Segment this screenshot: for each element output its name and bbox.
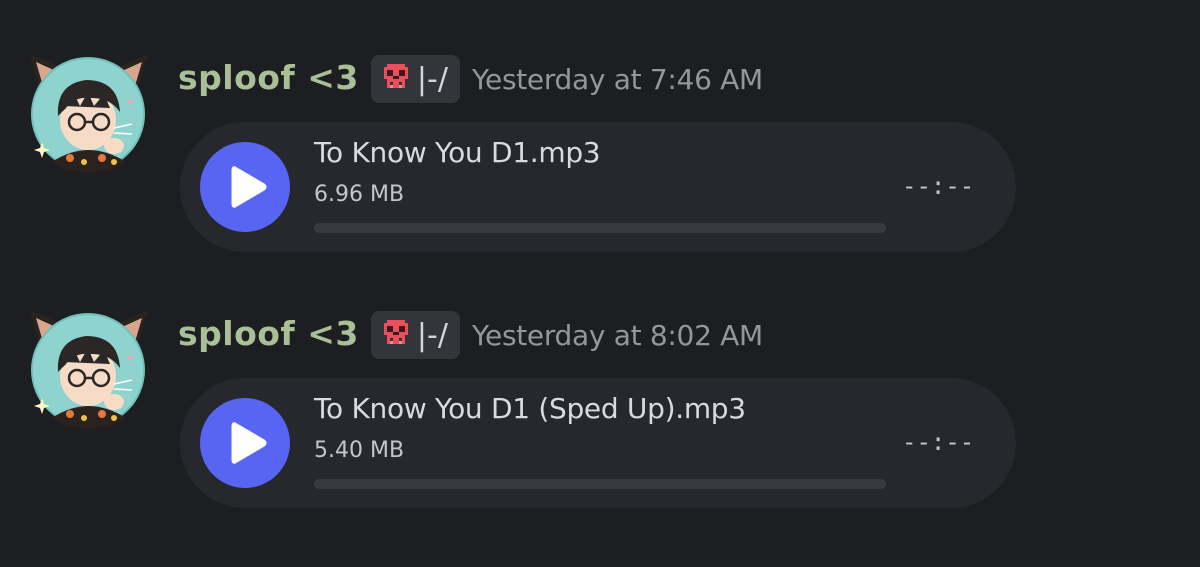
message-item: sploof <3 |-/ Yesterday at 7:46 AM To Kn…: [0, 0, 1200, 256]
file-size: 5.40 MB: [314, 438, 405, 463]
guild-tag-text: |-/: [416, 61, 448, 97]
guild-tag[interactable]: |-/: [370, 311, 460, 359]
skull-icon: [381, 320, 411, 350]
avatar[interactable]: [22, 50, 152, 174]
audio-duration: --:--: [902, 428, 975, 456]
message-header: sploof <3 |-/ Yesterday at 7:46 AM: [178, 54, 763, 104]
audio-duration: --:--: [902, 172, 975, 200]
message-header: sploof <3 |-/ Yesterday at 8:02 AM: [178, 310, 763, 360]
message-item: sploof <3 |-/ Yesterday at 8:02 AM To Kn…: [0, 256, 1200, 512]
audio-progress-bar[interactable]: [314, 223, 886, 233]
file-name[interactable]: To Know You D1.mp3: [314, 136, 601, 169]
avatar[interactable]: [22, 306, 152, 430]
audio-attachment: To Know You D1 (Sped Up).mp3 5.40 MB --:…: [180, 378, 1016, 508]
timestamp[interactable]: Yesterday at 8:02 AM: [472, 319, 763, 352]
audio-attachment: To Know You D1.mp3 6.96 MB --:--: [180, 122, 1016, 252]
file-name[interactable]: To Know You D1 (Sped Up).mp3: [314, 392, 746, 425]
timestamp[interactable]: Yesterday at 7:46 AM: [472, 63, 763, 96]
username[interactable]: sploof <3: [178, 58, 359, 97]
skull-icon: [381, 64, 411, 94]
username[interactable]: sploof <3: [178, 314, 359, 353]
guild-tag[interactable]: |-/: [370, 55, 460, 103]
file-size: 6.96 MB: [314, 182, 405, 207]
play-button[interactable]: [200, 142, 290, 232]
guild-tag-text: |-/: [416, 317, 448, 353]
audio-progress-bar[interactable]: [314, 479, 886, 489]
play-button[interactable]: [200, 398, 290, 488]
